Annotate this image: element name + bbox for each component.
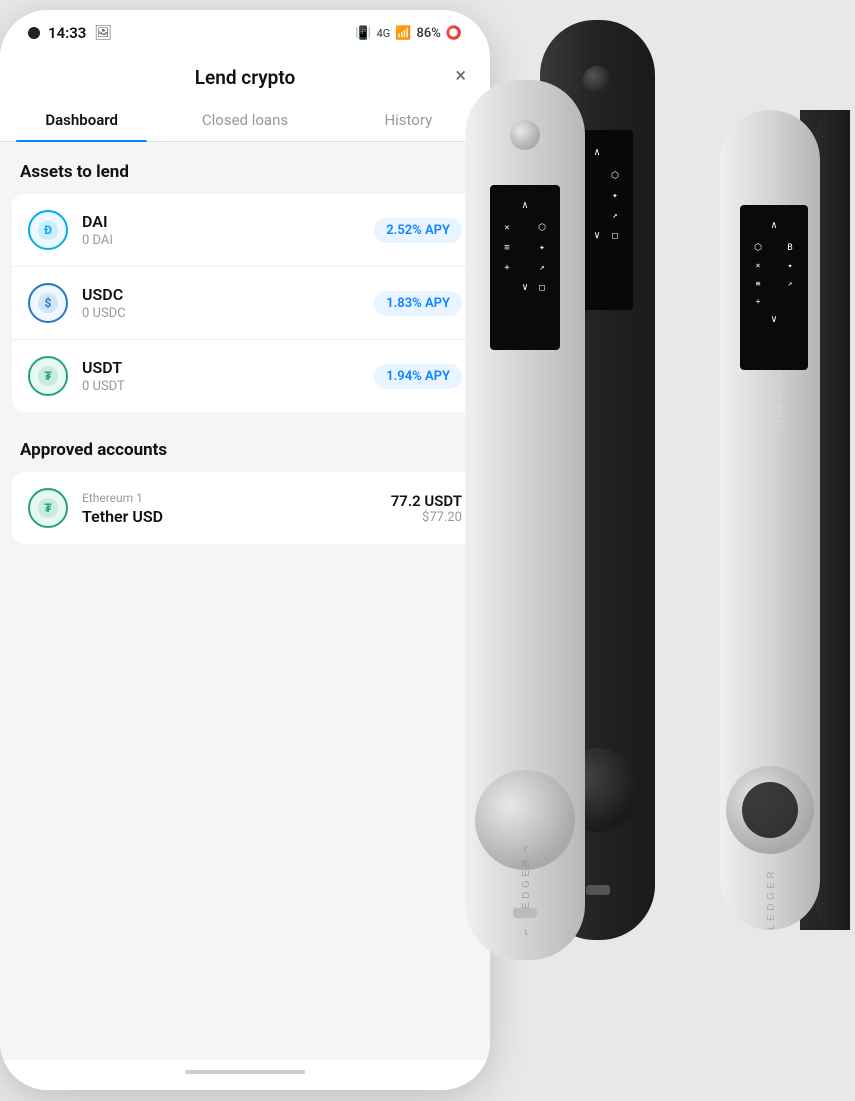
account-info: Ethereum 1 Tether USD xyxy=(82,491,391,526)
usdc-name: USDC xyxy=(82,285,374,304)
usdc-info: USDC 0 USDC xyxy=(82,285,374,321)
svg-text:₮: ₮ xyxy=(44,369,52,383)
usdt-name: USDT xyxy=(82,358,374,377)
svg-text:+: + xyxy=(756,297,761,306)
home-indicator xyxy=(0,1060,490,1090)
usdt-apy: 1.94% APY xyxy=(374,364,462,389)
svg-text:↗: ↗ xyxy=(539,263,544,273)
usdc-apy: 1.83% APY xyxy=(374,291,462,316)
dai-apy: 2.52% APY xyxy=(374,218,462,243)
usdt-icon: ₮ xyxy=(28,356,68,396)
usdc-balance: 0 USDC xyxy=(82,306,374,321)
dai-name: DAI xyxy=(82,212,374,231)
home-bar xyxy=(185,1070,305,1074)
main-content: Assets to lend Ð DAI 0 DAI 2.52% APY xyxy=(0,142,490,1060)
approved-section: Approved accounts ₮ Ethereum 1 Tether US… xyxy=(0,420,490,544)
assets-list: Ð DAI 0 DAI 2.52% APY $ USDC xyxy=(12,194,478,412)
svg-text:□: □ xyxy=(539,283,545,293)
svg-text:∧: ∧ xyxy=(771,220,777,231)
svg-text:∧: ∧ xyxy=(522,200,528,211)
tab-dashboard[interactable]: Dashboard xyxy=(0,99,163,141)
svg-text:Ð: Ð xyxy=(44,223,52,237)
asset-row-usdt[interactable]: ₮ USDT 0 USDT 1.94% APY xyxy=(12,340,478,412)
app-header: Lend crypto × xyxy=(0,50,490,99)
svg-text:+: + xyxy=(504,263,510,273)
wifi-icon: 📶 xyxy=(395,26,411,41)
tab-closed-loans[interactable]: Closed loans xyxy=(163,99,326,141)
svg-text:×: × xyxy=(756,261,761,270)
ledger-devices: ∧ ✕ ⬡ Bit ≡ ✦ + ↗ ∨ □ Bitcoin xyxy=(470,0,855,1101)
account-row-eth1[interactable]: ₮ Ethereum 1 Tether USD 77.2 USDT $77.20 xyxy=(12,472,478,544)
ledger-device-silver-right: ∧ ⬡ × B ≡ ✦ + ↗ ∨ Ethereum LEDGER xyxy=(720,110,850,930)
svg-text:↗: ↗ xyxy=(612,211,617,221)
status-time: 14:33 xyxy=(48,24,86,42)
usdc-icon: $ xyxy=(28,283,68,323)
svg-text:≡: ≡ xyxy=(504,243,510,253)
svg-text:✦: ✦ xyxy=(788,261,793,270)
svg-text:∨: ∨ xyxy=(771,314,777,325)
svg-text:Ethereum: Ethereum xyxy=(775,368,786,431)
svg-text:∨: ∨ xyxy=(522,282,528,293)
svg-text:⬡: ⬡ xyxy=(611,171,619,181)
account-name: Tether USD xyxy=(82,507,391,526)
amount-usdt: 77.2 USDT xyxy=(391,492,462,510)
svg-text:≡: ≡ xyxy=(756,279,761,288)
dai-icon: Ð xyxy=(28,210,68,250)
svg-text:LEDGER: LEDGER xyxy=(766,868,777,930)
account-sub-label: Ethereum 1 xyxy=(82,491,391,505)
status-bar: 14:33 🖼 📳 4G 📶 86% ⭕ xyxy=(0,10,490,50)
svg-text:⬡: ⬡ xyxy=(538,223,546,233)
asset-row-dai[interactable]: Ð DAI 0 DAI 2.52% APY xyxy=(12,194,478,267)
asset-row-usdc[interactable]: $ USDC 0 USDC 1.83% APY xyxy=(12,267,478,340)
battery-level: 86% xyxy=(416,26,440,41)
phone-shell: 14:33 🖼 📳 4G 📶 86% ⭕ Lend crypto × Dashb… xyxy=(0,10,490,1090)
account-usdt-icon: ₮ xyxy=(28,488,68,528)
ledger-device-silver-left: ∧ ✕ ⬡ ≡ ✦ + ↗ ∨ □ ⌐ LEDGER ¬ xyxy=(455,80,605,960)
assets-section-title: Assets to lend xyxy=(0,142,490,194)
svg-text:B: B xyxy=(787,243,792,253)
svg-text:¬: ¬ xyxy=(520,846,532,852)
screenshot-icon: 🖼 xyxy=(94,25,112,41)
battery-icon: ⭕ xyxy=(446,26,462,41)
svg-text:□: □ xyxy=(612,231,618,241)
dai-info: DAI 0 DAI xyxy=(82,212,374,248)
signal-icon: 4G xyxy=(377,27,391,40)
amount-usd: $77.20 xyxy=(391,510,462,525)
svg-text:⬡: ⬡ xyxy=(754,243,762,253)
usdt-balance: 0 USDT xyxy=(82,379,374,394)
svg-text:↗: ↗ xyxy=(788,279,793,288)
app-title: Lend crypto xyxy=(195,66,295,89)
vibrate-icon: 📳 xyxy=(355,26,371,41)
svg-text:⌐: ⌐ xyxy=(520,929,532,935)
status-left: 14:33 🖼 xyxy=(28,24,112,42)
svg-text:₮: ₮ xyxy=(44,501,52,515)
svg-text:✦: ✦ xyxy=(539,243,545,253)
svg-text:✦: ✦ xyxy=(612,191,618,201)
svg-text:✕: ✕ xyxy=(504,223,509,233)
accounts-list: ₮ Ethereum 1 Tether USD 77.2 USDT $77.20 xyxy=(12,472,478,544)
dai-balance: 0 DAI xyxy=(82,233,374,248)
account-amount: 77.2 USDT $77.20 xyxy=(391,492,462,525)
status-right: 📳 4G 📶 86% ⭕ xyxy=(355,26,462,41)
approved-section-title: Approved accounts xyxy=(0,420,490,472)
usdt-info: USDT 0 USDT xyxy=(82,358,374,394)
tab-bar: Dashboard Closed loans History xyxy=(0,99,490,142)
svg-text:$: $ xyxy=(45,296,52,310)
camera-icon xyxy=(28,27,40,39)
